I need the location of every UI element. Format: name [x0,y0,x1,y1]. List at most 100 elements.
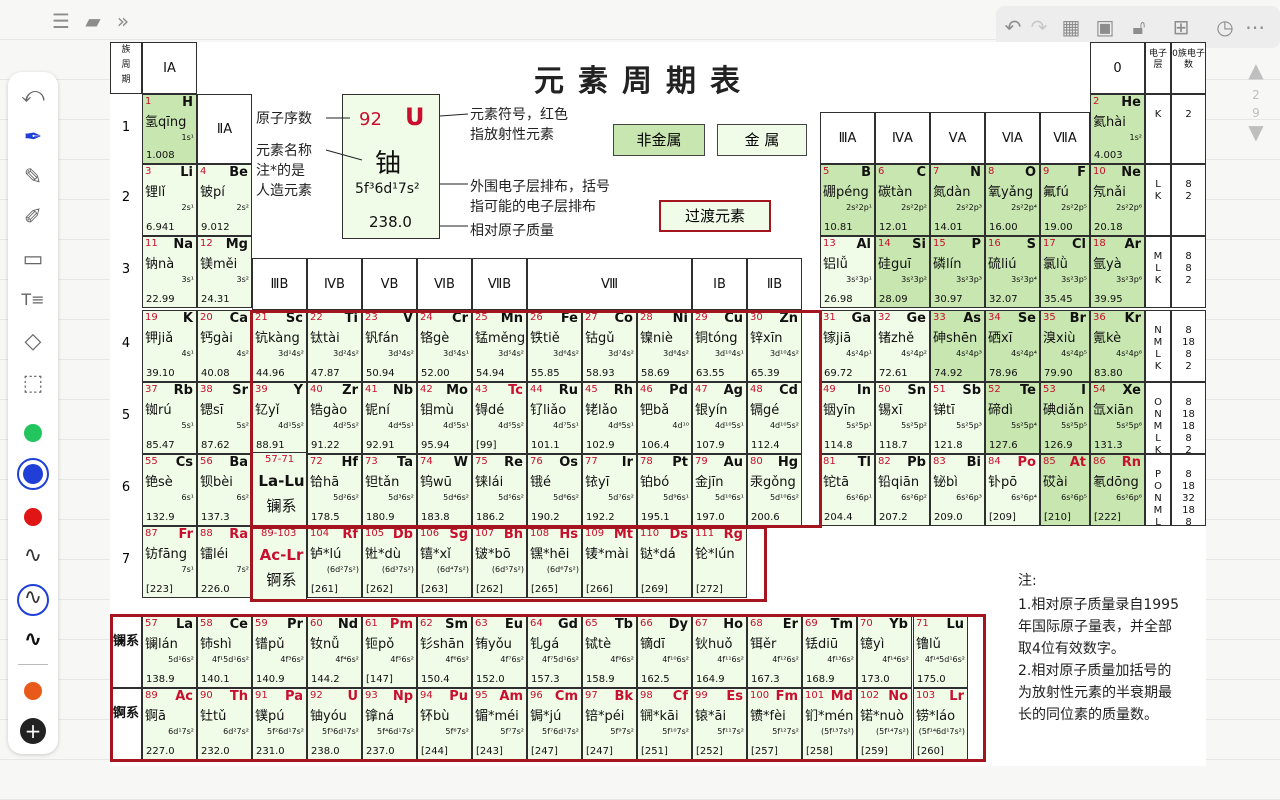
element-cell-te[interactable]: 52 Te 碲dì 5s²5p⁴ 127.6 [985,382,1040,454]
element-cell-th[interactable]: 90 Th 钍tǔ 6d²7s² 232.0 [197,688,252,760]
element-cell-os[interactable]: 76 Os 锇é 5d⁶6s² 190.2 [527,454,582,526]
element-cell-ds[interactable]: 110 Ds 𫟼*dá [269] [637,526,692,598]
element-cell-nb[interactable]: 41 Nb 铌ní 4d⁴5s¹ 92.91 [362,382,417,454]
element-cell-ir[interactable]: 77 Ir 铱yī 5d⁷6s² 192.2 [582,454,637,526]
element-cell-ra[interactable]: 88 Ra 镭léi 7s² 226.0 [197,526,252,598]
element-cell-cl[interactable]: 17 Cl 氯lǜ 3s²3p⁵ 35.45 [1040,236,1090,308]
element-cell-b[interactable]: 5 B 硼péng 2s²2p¹ 10.81 [820,164,875,236]
color-green[interactable] [24,424,42,442]
element-cell-sb[interactable]: 51 Sb 锑tī 5s²5p³ 121.8 [930,382,985,454]
element-cell-fr[interactable]: 87 Fr 钫fāng 7s¹ [223] [142,526,197,598]
element-cell-li[interactable]: 3 Li 锂lǐ 2s¹ 6.941 [142,164,197,236]
undo-icon[interactable]: ↶ [1000,14,1026,40]
element-cell-md[interactable]: 101 Md 钔*mén (5f¹³7s²) [258] [802,688,857,760]
element-cell-u[interactable]: 92 U 铀yóu 5f³6d¹7s² 238.0 [307,688,362,760]
element-cell-ti[interactable]: 22 Ti 钛tài 3d²4s² 47.87 [307,310,362,382]
color-red[interactable] [24,508,42,526]
element-cell-db[interactable]: 105 Db 𬭊*dù (6d³7s²) [262] [362,526,417,598]
lanthanide-placeholder[interactable]: 57-71 La-Lu 镧系 [252,452,307,526]
element-cell-pb[interactable]: 82 Pb 铅qiān 6s²6p² 207.2 [875,454,930,526]
element-cell-lr[interactable]: 103 Lr 铹*láo (5f¹⁴6d¹7s²) [260] [913,688,968,760]
element-cell-lu[interactable]: 71 Lu 镥lǔ 4f¹⁴5d¹6s² 175.0 [913,616,968,688]
element-cell-dy[interactable]: 66 Dy 镝dī 4f¹⁰6s² 162.5 [637,616,692,688]
element-cell-pr[interactable]: 59 Pr 镨pǔ 4f³6s² 140.9 [252,616,307,688]
stroke-thin-icon[interactable]: ∿ [17,540,49,572]
element-cell-am[interactable]: 95 Am 镅*méi 5f⁷7s² [243] [472,688,527,760]
image-select-icon[interactable]: ⬚ [17,368,49,400]
add-tool-icon[interactable]: + [20,718,46,744]
element-cell-ag[interactable]: 47 Ag 银yín 4d¹⁰5s¹ 107.9 [692,382,747,454]
element-cell-ge[interactable]: 32 Ge 锗zhě 4s²4p² 72.61 [875,310,930,382]
element-cell-eu[interactable]: 63 Eu 铕yǒu 4f⁷6s² 152.0 [472,616,527,688]
element-cell-re[interactable]: 75 Re 铼lái 5d⁵6s² 186.2 [472,454,527,526]
fountain-pen-icon[interactable]: ✒ [17,122,49,154]
element-cell-rf[interactable]: 104 Rf 𬬻*lú (6d²7s²) [261] [307,526,362,598]
notebook-icon[interactable]: ▰ [80,8,106,34]
save-icon[interactable]: ▣ [1092,14,1118,40]
element-cell-w[interactable]: 74 W 钨wū 5d⁴6s² 183.8 [417,454,472,526]
element-cell-ca[interactable]: 20 Ca 钙gài 4s² 40.08 [197,310,252,382]
actinide-placeholder[interactable]: 89-103 Ac-Lr 锕系 [252,526,307,600]
element-cell-ce[interactable]: 58 Ce 铈shì 4f¹5d¹6s² 140.1 [197,616,252,688]
text-tool-icon[interactable]: T≡ [17,284,49,316]
element-cell-sm[interactable]: 62 Sm 钐shān 4f⁶6s² 150.4 [417,616,472,688]
lock-icon[interactable]: 🔓︎ [1126,14,1152,40]
shapes-icon[interactable]: ◇ [17,326,49,358]
element-cell-pu[interactable]: 94 Pu 钚bù 5f⁶7s² [244] [417,688,472,760]
marker-icon[interactable]: ✐ [17,202,49,234]
element-cell-ga[interactable]: 31 Ga 镓jiā 4s²4p¹ 69.72 [820,310,875,382]
element-cell-si[interactable]: 14 Si 硅guī 3s²3p² 28.09 [875,236,930,308]
element-cell-f[interactable]: 9 F 氟fú 2s²2p⁵ 19.00 [1040,164,1090,236]
element-cell-ne[interactable]: 10 Ne 氖nǎi 2s²2p⁶ 20.18 [1090,164,1145,236]
element-cell-fe[interactable]: 26 Fe 铁tiě 3d⁶4s² 55.85 [527,310,582,382]
element-cell-rg[interactable]: 111 Rg 𬬭*lún [272] [692,526,747,598]
element-cell-ba[interactable]: 56 Ba 钡bèi 6s² 137.3 [197,454,252,526]
element-cell-bk[interactable]: 97 Bk 锫*péi 5f⁹7s² [247] [582,688,637,760]
element-cell-hg[interactable]: 80 Hg 汞gǒng 5d¹⁰6s² 200.6 [747,454,802,526]
element-cell-hs[interactable]: 108 Hs 𬭶*hēi (6d⁶7s²) [265] [527,526,582,598]
element-cell-cu[interactable]: 29 Cu 铜tóng 3d¹⁰4s¹ 63.55 [692,310,747,382]
stroke-thick-icon[interactable]: ∿ [17,624,49,656]
element-cell-ar[interactable]: 18 Ar 氩yà 3s²3p⁶ 39.95 [1090,236,1145,308]
element-cell-er[interactable]: 68 Er 铒ěr 4f¹²6s² 167.3 [747,616,802,688]
element-cell-gd[interactable]: 64 Gd 钆gá 4f⁷5d¹6s² 157.3 [527,616,582,688]
element-cell-rb[interactable]: 37 Rb 铷rú 5s¹ 85.47 [142,382,197,454]
element-cell-at[interactable]: 85 At 砹ài 6s²6p⁵ [210] [1040,454,1090,526]
element-cell-c[interactable]: 6 C 碳tàn 2s²2p² 12.01 [875,164,930,236]
element-cell-tl[interactable]: 81 Tl 铊tā 6s²6p¹ 204.4 [820,454,875,526]
element-cell-mg[interactable]: 12 Mg 镁měi 3s² 24.31 [197,236,252,308]
element-cell-as[interactable]: 33 As 砷shēn 4s²4p³ 74.92 [930,310,985,382]
element-cell-br[interactable]: 35 Br 溴xiù 4s²4p⁵ 79.90 [1040,310,1090,382]
element-cell-sc[interactable]: 21 Sc 钪kàng 3d¹4s² 44.96 [252,310,307,382]
element-cell-es[interactable]: 99 Es 锿*āi 5f¹¹7s² [252] [692,688,747,760]
lasso-icon[interactable]: ⤺ [17,80,49,112]
element-cell-au[interactable]: 79 Au 金jīn 5d¹⁰6s¹ 197.0 [692,454,747,526]
pencil-icon[interactable]: ✎ [17,162,49,194]
element-cell-i[interactable]: 53 I 碘diǎn 5s²5p⁵ 126.9 [1040,382,1090,454]
element-cell-tb[interactable]: 65 Tb 铽tè 4f⁹6s² 158.9 [582,616,637,688]
element-cell-np[interactable]: 93 Np 镎ná 5f⁴6d¹7s² 237.0 [362,688,417,760]
element-cell-co[interactable]: 27 Co 钴gǔ 3d⁷4s² 58.93 [582,310,637,382]
menu-icon[interactable]: ☰ [48,8,74,34]
element-cell-p[interactable]: 15 P 磷lín 3s²3p³ 30.97 [930,236,985,308]
page-up-icon[interactable]: ▲ [1238,58,1274,82]
element-cell-cd[interactable]: 48 Cd 镉gé 4d¹⁰5s² 112.4 [747,382,802,454]
element-cell-cf[interactable]: 98 Cf 锎*kāi 5f¹⁰7s² [251] [637,688,692,760]
element-cell-mt[interactable]: 109 Mt 鿏*mài [266] [582,526,637,598]
element-cell-zr[interactable]: 40 Zr 锆gào 4d²5s² 91.22 [307,382,362,454]
element-cell-pm[interactable]: 61 Pm 钷pǒ 4f⁵6s² [147] [362,616,417,688]
more-icon[interactable]: ⋯ [1242,14,1268,40]
collapse-icon[interactable]: » [110,8,136,34]
element-cell-o[interactable]: 8 O 氧yǎng 2s²2p⁴ 16.00 [985,164,1040,236]
export-icon[interactable]: ⊞ [1168,14,1194,40]
clock-icon[interactable]: ◷ [1212,14,1238,40]
element-cell-s[interactable]: 16 S 硫liú 3s²3p⁴ 32.07 [985,236,1040,308]
element-cell-ac[interactable]: 89 Ac 锕ā 6d¹7s² 227.0 [142,688,197,760]
element-cell-se[interactable]: 34 Se 硒xī 4s²4p⁴ 78.96 [985,310,1040,382]
element-cell-h[interactable]: 1 H 氢qīng 1s¹ 1.008 [142,94,197,164]
element-cell-kr[interactable]: 36 Kr 氪kè 4s²4p⁶ 83.80 [1090,310,1145,382]
element-cell-rh[interactable]: 45 Rh 铑lǎo 4d⁸5s¹ 102.9 [582,382,637,454]
element-cell-nd[interactable]: 60 Nd 钕nǚ 4f⁴6s² 144.2 [307,616,362,688]
color-orange[interactable] [24,682,42,700]
element-cell-no[interactable]: 102 No 锘*nuò (5f¹⁴7s²) [259] [857,688,912,760]
